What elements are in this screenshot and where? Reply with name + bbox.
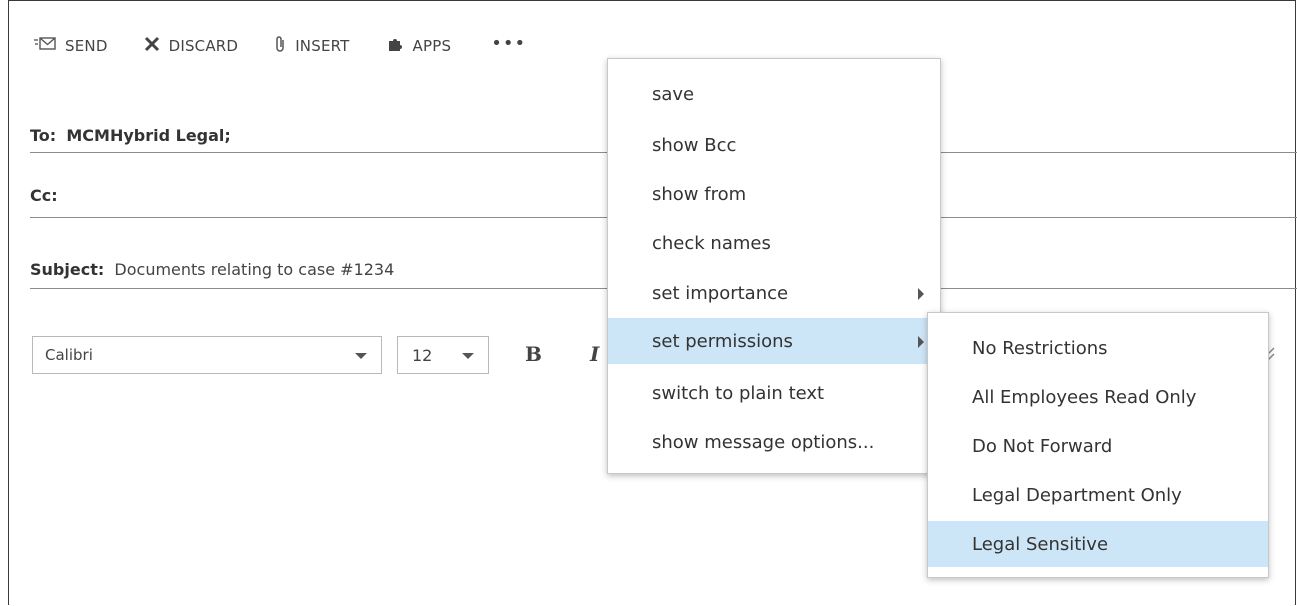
menu-item-save[interactable]: save [608, 71, 940, 117]
chevron-down-icon [462, 353, 474, 359]
menu-item-label: show Bcc [652, 134, 737, 156]
menu-item-label: save [652, 83, 695, 105]
menu-item-set-importance[interactable]: set importance [608, 270, 940, 316]
more-dots-icon: ••• [491, 32, 527, 54]
permission-do-not-forward[interactable]: Do Not Forward [928, 423, 1268, 469]
permission-legal-department-only[interactable]: Legal Department Only [928, 472, 1268, 518]
send-label: SEND [65, 37, 108, 55]
font-family-value: Calibri [45, 346, 93, 364]
apps-button[interactable]: APPS [386, 36, 452, 56]
italic-button[interactable]: I [590, 342, 599, 366]
cc-label: Cc: [30, 186, 58, 205]
to-label: To: [30, 126, 57, 145]
menu-item-switch-plain-text[interactable]: switch to plain text [608, 370, 940, 416]
chevron-down-icon [355, 353, 367, 359]
menu-item-show-bcc[interactable]: show Bcc [608, 122, 940, 168]
send-button[interactable]: SEND [34, 36, 108, 56]
subject-input[interactable]: Documents relating to case #1234 [114, 260, 394, 279]
menu-item-label: show from [652, 183, 747, 205]
permissions-submenu: No Restrictions All Employees Read Only … [927, 312, 1269, 578]
menu-item-show-from[interactable]: show from [608, 171, 940, 217]
menu-item-label: Do Not Forward [972, 435, 1113, 457]
menu-item-label: All Employees Read Only [972, 386, 1197, 408]
menu-item-set-permissions[interactable]: set permissions [608, 318, 940, 364]
submenu-arrow-icon [918, 336, 924, 348]
discard-x-icon [144, 36, 160, 56]
discard-button[interactable]: DISCARD [144, 36, 239, 56]
apps-label: APPS [412, 37, 452, 55]
discard-label: DISCARD [168, 37, 239, 55]
to-recipients[interactable]: MCMHybrid Legal; [66, 126, 230, 145]
more-options-menu: save show Bcc show from check names set … [607, 58, 941, 474]
paperclip-icon [274, 35, 286, 57]
compose-toolbar: SEND DISCARD INSERT APPS ••• [34, 32, 526, 60]
send-mail-icon [34, 36, 56, 56]
menu-item-label: set importance [652, 282, 789, 304]
apps-puzzle-icon [386, 36, 404, 56]
menu-item-label: show message options... [652, 431, 875, 453]
menu-item-label: set permissions [652, 330, 793, 352]
menu-item-label: Legal Sensitive [972, 533, 1109, 555]
menu-item-label: check names [652, 232, 771, 254]
menu-item-label: switch to plain text [652, 382, 825, 404]
menu-item-show-message-options[interactable]: show message options... [608, 419, 940, 465]
menu-item-label: Legal Department Only [972, 484, 1182, 506]
menu-item-check-names[interactable]: check names [608, 220, 940, 266]
permission-no-restrictions[interactable]: No Restrictions [928, 325, 1268, 371]
insert-button[interactable]: INSERT [274, 35, 349, 57]
font-size-select[interactable]: 12 [397, 336, 489, 374]
menu-item-label: No Restrictions [972, 337, 1108, 359]
subject-label: Subject: [30, 260, 105, 279]
submenu-arrow-icon [918, 288, 924, 300]
permission-legal-sensitive[interactable]: Legal Sensitive [928, 521, 1268, 567]
bold-button[interactable]: B [525, 342, 542, 366]
insert-label: INSERT [295, 37, 350, 55]
more-options-button[interactable]: ••• [491, 33, 526, 54]
permission-all-employees-read-only[interactable]: All Employees Read Only [928, 374, 1268, 420]
font-family-select[interactable]: Calibri [32, 336, 382, 374]
font-size-value: 12 [412, 345, 433, 365]
